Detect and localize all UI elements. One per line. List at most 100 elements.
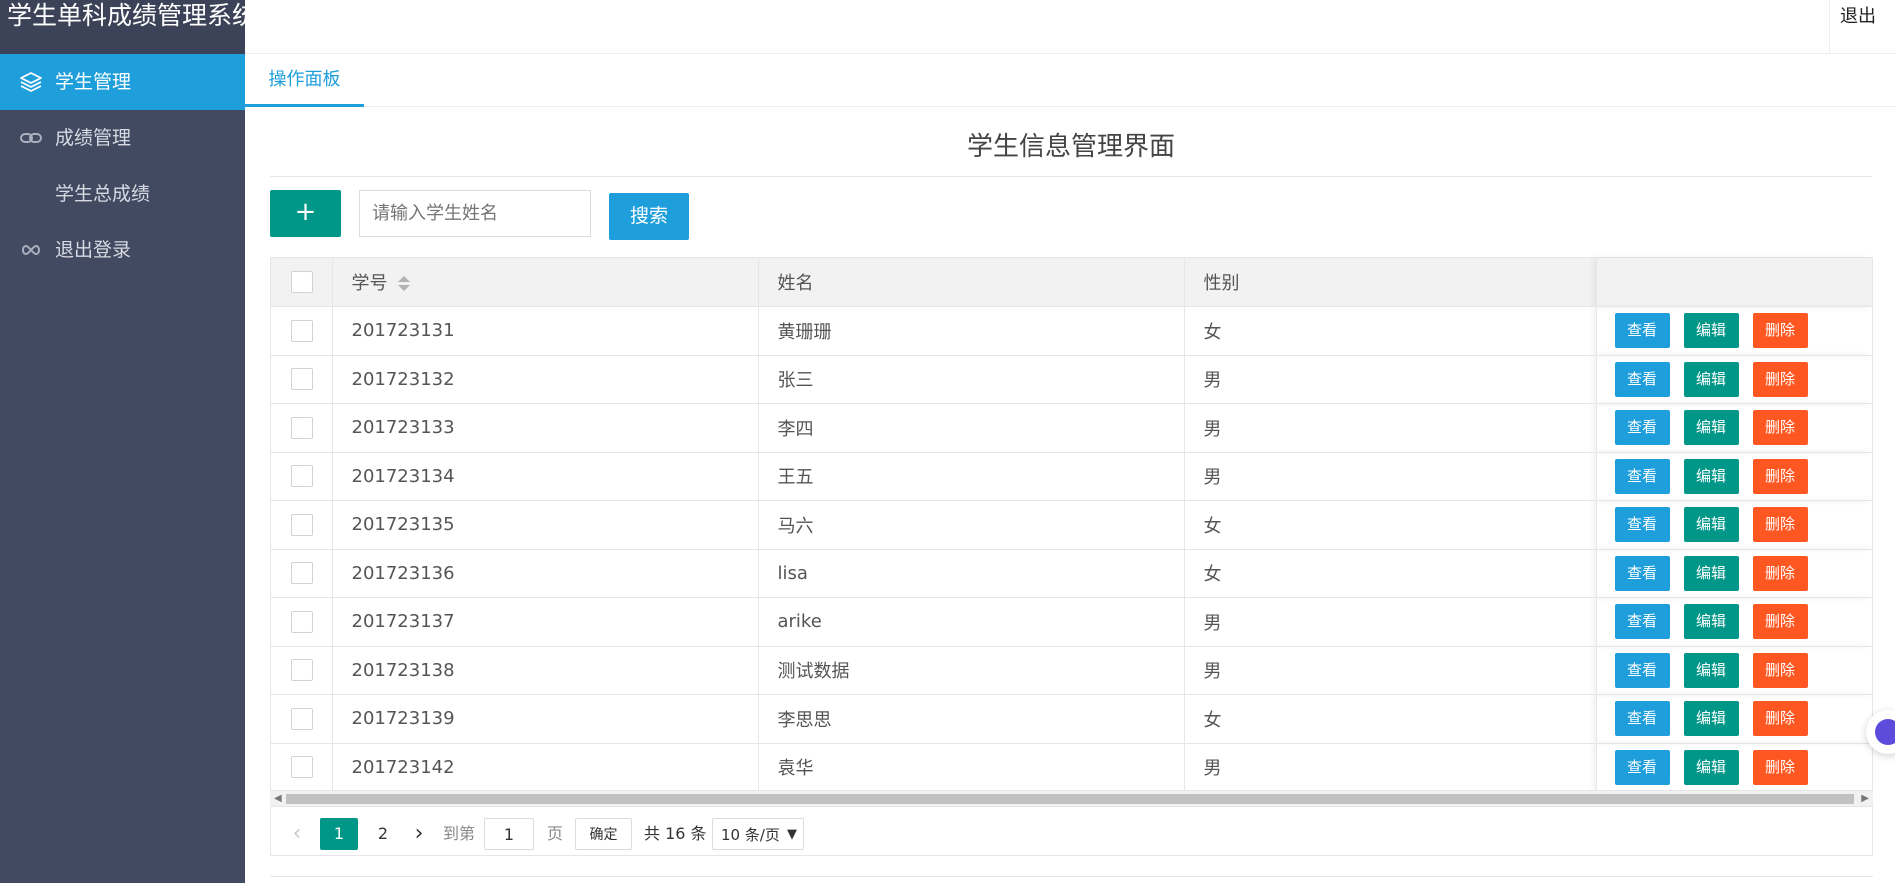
- delete-button[interactable]: 删除: [1752, 555, 1808, 591]
- column-header-name: 姓名: [758, 258, 1185, 307]
- cell-student-name: 测试数据: [758, 646, 1185, 695]
- logout-link[interactable]: 退出: [1829, 0, 1895, 54]
- goto-confirm-button[interactable]: 确定: [575, 818, 632, 850]
- row-checkbox[interactable]: [291, 756, 313, 779]
- row-checkbox[interactable]: [291, 465, 313, 488]
- top-header: 退出: [245, 0, 1895, 54]
- row-checkbox[interactable]: [291, 416, 313, 439]
- page-2[interactable]: 2: [364, 818, 402, 850]
- row-checkbox[interactable]: [291, 659, 313, 682]
- row-select-cell: [271, 452, 333, 501]
- row-checkbox[interactable]: [291, 368, 313, 391]
- delete-button[interactable]: 删除: [1752, 458, 1808, 494]
- cell-gender: 男: [1184, 743, 1597, 792]
- sort-icon[interactable]: [397, 275, 410, 293]
- edit-button[interactable]: 编辑: [1683, 507, 1739, 543]
- table-row: 201723134 王五男查看 编辑 删除: [271, 452, 1873, 501]
- page-title: 学生信息管理界面: [270, 125, 1872, 177]
- delete-button[interactable]: 删除: [1752, 701, 1808, 737]
- edit-button[interactable]: 编辑: [1683, 652, 1739, 688]
- table-row: 201723131 黄珊珊女查看 编辑 删除: [271, 306, 1873, 356]
- pagination: ‹ 1 2 › 到第 1 页 确定 共 16 条 10 条/页 ▼: [270, 806, 1873, 856]
- edit-button[interactable]: 编辑: [1683, 410, 1739, 446]
- sidebar-item-label: 学生总成绩: [55, 183, 151, 205]
- view-button[interactable]: 查看: [1614, 458, 1670, 494]
- cell-student-id: 201723132: [332, 355, 759, 404]
- sidebar-item-label: 学生管理: [55, 71, 132, 93]
- table-row: 201723133 李四男查看 编辑 删除: [271, 403, 1873, 453]
- edit-button[interactable]: 编辑: [1683, 604, 1739, 640]
- cell-gender: 男: [1184, 646, 1597, 695]
- tab-bar: 操作面板: [245, 54, 1895, 107]
- edit-button[interactable]: 编辑: [1683, 555, 1739, 591]
- delete-button[interactable]: 删除: [1752, 749, 1808, 785]
- row-select-cell: [271, 355, 333, 404]
- cell-actions: 查看 编辑 删除: [1596, 500, 1873, 550]
- delete-button[interactable]: 删除: [1752, 507, 1808, 543]
- cell-student-name: 黄珊珊: [758, 306, 1185, 356]
- view-button[interactable]: 查看: [1614, 652, 1670, 688]
- table-row: 201723138 测试数据男查看 编辑 删除: [271, 646, 1873, 695]
- delete-button[interactable]: 删除: [1752, 361, 1808, 397]
- row-checkbox[interactable]: [291, 562, 313, 585]
- goto-page-input[interactable]: 1: [484, 818, 534, 850]
- sidebar-item-total-score[interactable]: 学生总成绩: [0, 166, 245, 222]
- row-select-cell: [271, 743, 333, 792]
- cell-actions: 查看 编辑 删除: [1596, 597, 1873, 647]
- row-select-cell: [271, 549, 333, 598]
- sidebar-item-student-management[interactable]: 学生管理: [0, 54, 245, 110]
- cell-student-id: 201723133: [332, 403, 759, 453]
- view-button[interactable]: 查看: [1614, 701, 1670, 737]
- column-header-id[interactable]: 学号: [332, 258, 759, 307]
- divider: [270, 876, 1873, 877]
- cell-student-id: 201723137: [332, 597, 759, 647]
- row-select-cell: [271, 306, 333, 356]
- delete-button[interactable]: 删除: [1752, 652, 1808, 688]
- scrollbar-thumb[interactable]: [286, 794, 1854, 804]
- page-size-value: 10 条/页: [721, 826, 780, 844]
- view-button[interactable]: 查看: [1614, 555, 1670, 591]
- edit-button[interactable]: 编辑: [1683, 458, 1739, 494]
- table-row: 201723139 李思思女查看 编辑 删除: [271, 694, 1873, 744]
- app-title: 学生单科成绩管理系统: [0, 0, 245, 54]
- sidebar-item-logout[interactable]: 退出登录: [0, 222, 245, 278]
- search-button[interactable]: 搜索: [609, 193, 689, 240]
- row-checkbox[interactable]: [291, 610, 313, 633]
- cell-actions: 查看 编辑 删除: [1596, 646, 1873, 695]
- row-checkbox[interactable]: [291, 707, 313, 730]
- delete-button[interactable]: 删除: [1752, 410, 1808, 446]
- select-all-checkbox[interactable]: [291, 271, 313, 293]
- column-header-gender: 性别: [1184, 258, 1597, 307]
- delete-button[interactable]: 删除: [1752, 604, 1808, 640]
- cell-gender: 女: [1184, 500, 1597, 550]
- scroll-right-arrow-icon[interactable]: ▶: [1861, 793, 1869, 805]
- cell-gender: 男: [1184, 355, 1597, 404]
- row-checkbox[interactable]: [291, 513, 313, 536]
- table-header-row: 学号 姓名 性别: [271, 258, 1873, 307]
- prev-page-icon[interactable]: ‹: [282, 818, 312, 850]
- search-input[interactable]: [359, 190, 591, 237]
- view-button[interactable]: 查看: [1614, 313, 1670, 349]
- page-current[interactable]: 1: [320, 818, 358, 850]
- view-button[interactable]: 查看: [1614, 410, 1670, 446]
- edit-button[interactable]: 编辑: [1683, 361, 1739, 397]
- horizontal-scrollbar[interactable]: ◀ ▶: [270, 790, 1873, 806]
- add-student-button[interactable]: +: [270, 190, 341, 237]
- edit-button[interactable]: 编辑: [1683, 313, 1739, 349]
- edit-button[interactable]: 编辑: [1683, 749, 1739, 785]
- view-button[interactable]: 查看: [1614, 361, 1670, 397]
- sidebar-item-score-management[interactable]: 成绩管理: [0, 110, 245, 166]
- student-table: 学号 姓名 性别 201723131 黄珊珊女查看 编辑 删除 201723132 张三男…: [270, 257, 1873, 856]
- view-button[interactable]: 查看: [1614, 749, 1670, 785]
- row-checkbox[interactable]: [291, 319, 313, 342]
- scroll-left-arrow-icon[interactable]: ◀: [274, 793, 282, 805]
- next-page-icon[interactable]: ›: [404, 818, 434, 850]
- goto-label: 到第: [443, 824, 476, 843]
- delete-button[interactable]: 删除: [1752, 313, 1808, 349]
- column-header-label: 学号: [351, 273, 388, 294]
- page-size-select[interactable]: 10 条/页 ▼: [712, 818, 804, 850]
- view-button[interactable]: 查看: [1614, 604, 1670, 640]
- view-button[interactable]: 查看: [1614, 507, 1670, 543]
- edit-button[interactable]: 编辑: [1683, 701, 1739, 737]
- tab-operation-panel[interactable]: 操作面板: [245, 54, 364, 107]
